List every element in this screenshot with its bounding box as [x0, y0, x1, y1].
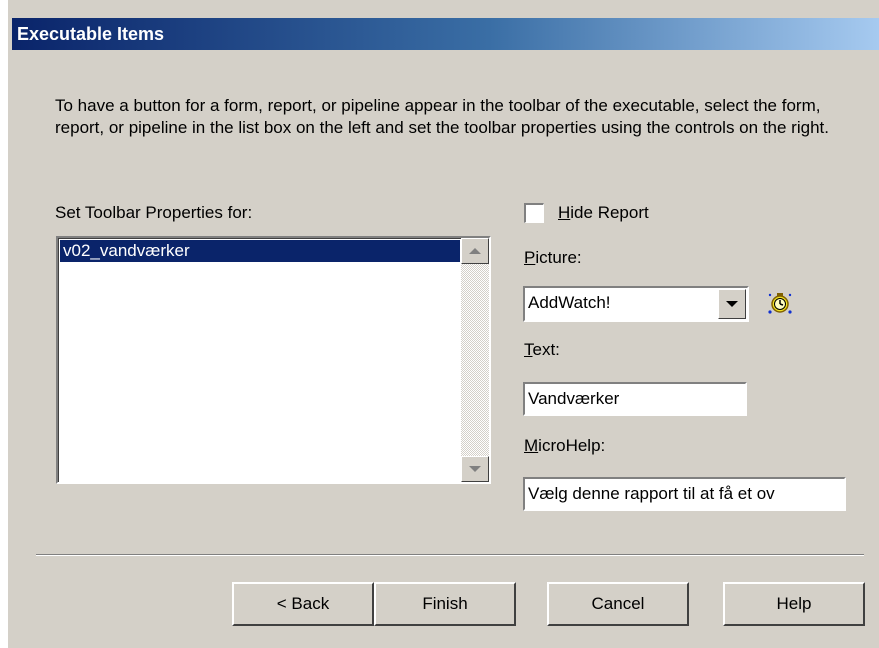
chevron-down-icon: [726, 301, 738, 307]
back-button[interactable]: < Back: [232, 582, 374, 626]
picture-dropdown[interactable]: AddWatch!: [523, 286, 749, 322]
text-label: Text:: [524, 340, 560, 359]
scroll-down-button[interactable]: [461, 456, 489, 482]
picture-label: Picture:: [524, 248, 582, 267]
divider: [36, 554, 864, 556]
dropdown-button[interactable]: [718, 289, 746, 319]
hide-report-label[interactable]: Hide Report: [558, 203, 649, 223]
help-button[interactable]: Help: [723, 582, 865, 626]
arrow-down-icon: [469, 466, 481, 472]
list-item[interactable]: v02_vandværker: [60, 240, 460, 262]
scroll-up-button[interactable]: [461, 238, 489, 264]
list-label: Set Toolbar Properties for:: [55, 203, 253, 222]
microhelp-label: MicroHelp:: [524, 436, 606, 455]
window-border: [8, 0, 12, 648]
page-title: Executable Items: [12, 18, 879, 50]
hide-report-checkbox[interactable]: [524, 203, 544, 223]
picture-value: AddWatch!: [528, 293, 611, 312]
cancel-button[interactable]: Cancel: [547, 582, 689, 626]
finish-button[interactable]: Finish: [374, 582, 516, 626]
arrow-up-icon: [469, 248, 481, 254]
window-edge: [0, 0, 8, 648]
toolbar-items-listbox[interactable]: v02_vandværker: [56, 236, 491, 484]
instructions-text: To have a button for a form, report, or …: [55, 96, 829, 137]
microhelp-input[interactable]: Vælg denne rapport til at få et ov: [523, 477, 846, 511]
watch-icon: [768, 293, 792, 314]
vertical-scrollbar[interactable]: [461, 238, 489, 482]
text-input[interactable]: Vandværker: [523, 382, 747, 416]
